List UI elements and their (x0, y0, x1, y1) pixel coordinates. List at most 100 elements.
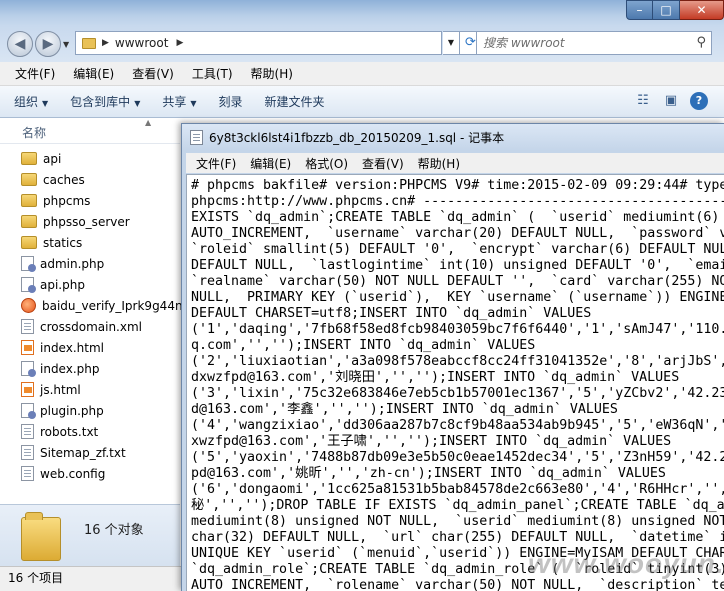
text-line: EXISTS `dq_admin`;CREATE TABLE `dq_admin… (191, 210, 724, 225)
breadcrumb-separator-icon[interactable]: ▶ (102, 38, 109, 48)
xml-file-icon (21, 319, 34, 334)
text-line: ('6','dongaomi','1cc625a81531b5bab84578d… (191, 482, 724, 497)
watermark: www.wooyun.org (528, 548, 724, 579)
file-name: admin.php (40, 256, 105, 271)
maximize-icon[interactable]: □ (653, 0, 680, 20)
back-arrow-icon[interactable]: ◀ (7, 31, 33, 57)
menu-file[interactable]: 文件(F) (6, 65, 64, 82)
search-input[interactable] (477, 32, 677, 54)
file-name: api.php (40, 277, 85, 292)
breadcrumb-separator-icon[interactable]: ▶ (176, 38, 183, 48)
window-title: 6y8t3ckl6lst4i1fbzzb_db_20150209_1.sql -… (209, 131, 505, 145)
text-line: q.com','','');INSERT INTO `dq_admin` VAL… (191, 338, 536, 353)
menu-help[interactable]: 帮助(H) (411, 155, 467, 172)
menu-format[interactable]: 格式(O) (298, 155, 355, 172)
file-name: baidu_verify_Iprk9g44n (42, 298, 183, 313)
include-in-library-button[interactable]: 包含到库中 ▼ (70, 93, 140, 110)
text-editor-area[interactable]: # phpcms bakfile# version:PHPCMS V9# tim… (186, 174, 724, 591)
list-item[interactable]: statics (0, 232, 180, 253)
list-item[interactable]: baidu_verify_Iprk9g44n (0, 295, 183, 316)
minimize-icon[interactable]: – (626, 0, 653, 20)
explorer-titlebar[interactable]: – □ ✕ (0, 0, 724, 26)
folder-icon (21, 173, 37, 186)
folder-icon (82, 37, 96, 49)
search-box[interactable]: ⚲ (476, 31, 712, 55)
forward-arrow-icon[interactable]: ▶ (35, 31, 61, 57)
organize-label: 组织 (14, 95, 39, 109)
text-line: pd@163.com','姚昕','','zh-cn');INSERT INTO… (191, 466, 666, 481)
menu-tools[interactable]: 工具(T) (183, 65, 242, 82)
share-button[interactable]: 共享 ▼ (162, 93, 196, 110)
chevron-down-icon: ▼ (42, 99, 49, 108)
menu-view[interactable]: 查看(V) (123, 65, 183, 82)
preview-pane-icon[interactable]: ▣ (662, 92, 680, 110)
list-item[interactable]: admin.php (0, 253, 180, 274)
organize-button[interactable]: 组织 ▼ (14, 93, 48, 110)
address-path[interactable]: wwwroot (115, 36, 169, 50)
new-folder-button[interactable]: 新建文件夹 (265, 93, 325, 110)
menu-help[interactable]: 帮助(H) (242, 65, 302, 82)
html-file-icon (21, 382, 34, 397)
php-file-icon (21, 403, 36, 419)
text-line: ('2','liuxiaotian','a3a098f578eabccf8cc2… (191, 354, 724, 369)
notepad-titlebar[interactable]: 6y8t3ckl6lst4i1fbzzb_db_20150209_1.sql -… (182, 124, 724, 151)
menu-file[interactable]: 文件(F) (189, 155, 243, 172)
list-item[interactable]: api (0, 148, 180, 169)
list-item[interactable]: index.php (0, 358, 180, 379)
file-name: index.php (40, 361, 100, 376)
text-line: `realname` varchar(50) NOT NULL DEFAULT … (191, 274, 724, 289)
window-controls: – □ ✕ (626, 0, 724, 20)
name-column-header[interactable]: ▲ 名称 (0, 118, 180, 144)
burn-button[interactable]: 刻录 (219, 93, 243, 110)
toolbar-icons: ☷ ▣ ? (634, 92, 708, 110)
list-item[interactable]: js.html (0, 379, 180, 400)
list-item[interactable]: crossdomain.xml (0, 316, 180, 337)
text-line: d@163.com','李鑫','','');INSERT INTO `dq_a… (191, 402, 618, 417)
menu-view[interactable]: 查看(V) (355, 155, 411, 172)
menu-edit[interactable]: 编辑(E) (64, 65, 123, 82)
address-bar[interactable]: ▶ wwwroot ▶ (75, 31, 442, 55)
text-line: dxwzfpd@163.com','刘晓田','','');INSERT INT… (191, 370, 680, 385)
file-name: phpcms (43, 193, 91, 208)
view-options-icon[interactable]: ☷ (634, 92, 652, 110)
list-item[interactable]: index.html (0, 337, 180, 358)
text-line: ('4','wangzixiao','dd306aa287b7c8cf9b48a… (191, 418, 724, 433)
list-item[interactable]: plugin.php (0, 400, 180, 421)
address-dropdown-icon[interactable]: ▼ (443, 31, 460, 55)
list-item[interactable]: Sitemap_zf.txt (0, 442, 180, 463)
notepad-menubar: 文件(F) 编辑(E) 格式(O) 查看(V) 帮助(H) (186, 153, 724, 173)
column-header-label: 名称 (22, 126, 47, 140)
search-icon[interactable]: ⚲ (696, 35, 706, 50)
baidu-file-icon (21, 298, 36, 313)
text-line: `roleid` smallint(5) DEFAULT '0', `encry… (191, 242, 724, 257)
notepad-icon (190, 130, 203, 145)
include-label: 包含到库中 (70, 95, 131, 109)
text-line: 秘','','');DROP TABLE IF EXISTS `dq_admin… (191, 498, 724, 513)
list-item[interactable]: caches (0, 169, 180, 190)
config-file-icon (21, 466, 34, 481)
text-line: ('3','lixin','75c32e683846e7eb5cb1b57001… (191, 386, 724, 401)
php-file-icon (21, 256, 36, 272)
text-line: xwzfpd@163.com','王子啸','','');INSERT INTO… (191, 434, 672, 449)
help-icon[interactable]: ? (690, 92, 708, 110)
text-file-icon (21, 445, 34, 460)
sort-arrow-icon: ▲ (145, 118, 152, 127)
list-item[interactable]: robots.txt (0, 421, 180, 442)
file-name: robots.txt (40, 424, 99, 439)
list-item[interactable]: web.config (0, 463, 180, 484)
menu-edit[interactable]: 编辑(E) (243, 155, 298, 172)
text-line: AUTO_INCREMENT, `username` varchar(20) D… (191, 226, 724, 241)
file-contents[interactable]: # phpcms bakfile# version:PHPCMS V9# tim… (191, 178, 724, 591)
text-file-icon (21, 424, 34, 439)
list-item[interactable]: phpsso_server (0, 211, 180, 232)
folder-icon (21, 152, 37, 165)
close-icon[interactable]: ✕ (680, 0, 724, 20)
file-name: caches (43, 172, 85, 187)
html-file-icon (21, 340, 34, 355)
file-list: api caches phpcms phpsso_server statics … (0, 148, 183, 484)
history-dropdown-icon[interactable]: ▼ (63, 40, 69, 49)
list-item[interactable]: phpcms (0, 190, 180, 211)
text-line: DEFAULT NULL, `lastlogintime` int(10) un… (191, 258, 724, 273)
list-item[interactable]: api.php (0, 274, 180, 295)
explorer-menubar: 文件(F) 编辑(E) 查看(V) 工具(T) 帮助(H) (0, 62, 724, 86)
